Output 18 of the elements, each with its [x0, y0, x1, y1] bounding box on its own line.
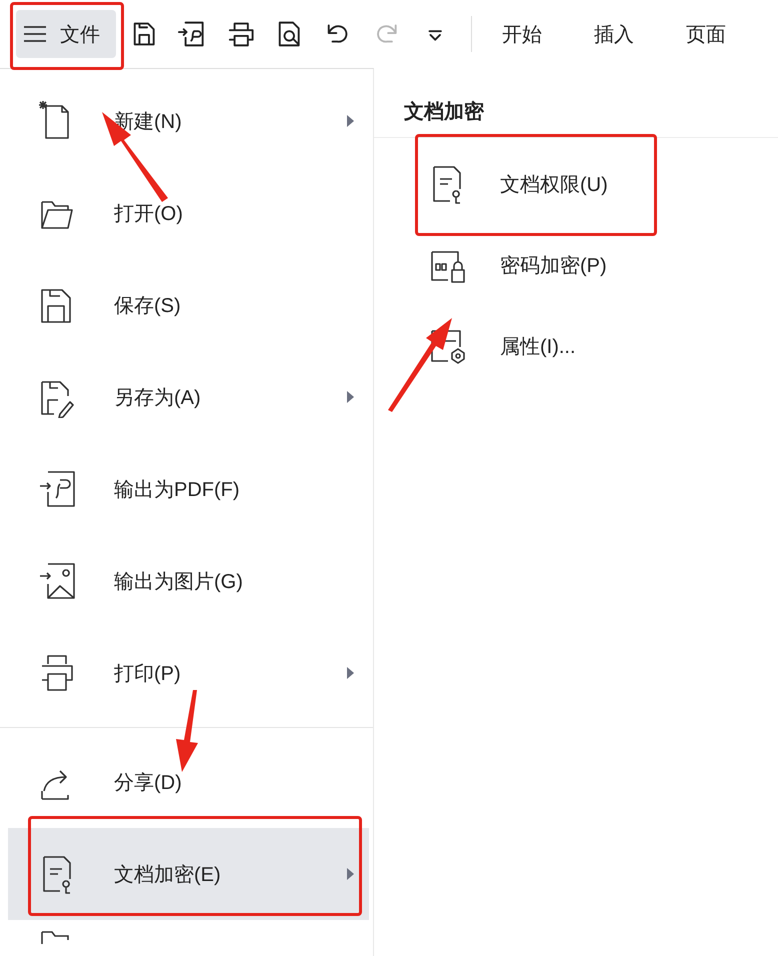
menu-item[interactable]: 输出为PDF(F): [8, 443, 369, 535]
ribbon-tab[interactable]: 页面: [686, 20, 726, 48]
menu-item[interactable]: 打印(P): [8, 627, 369, 719]
menu-item[interactable]: 输出为图片(G): [8, 535, 369, 627]
export-image-icon: [38, 560, 78, 602]
ribbon-tab[interactable]: 开始: [502, 20, 542, 48]
menu-item[interactable]: 文档权限(U): [374, 149, 778, 219]
ribbon-tab[interactable]: 插入: [594, 20, 634, 48]
menu-item[interactable]: 保存(S): [8, 259, 369, 351]
menu-item[interactable]: 打开(O): [8, 167, 369, 259]
menu-item[interactable]: 另存为(A): [8, 351, 369, 443]
menu-item[interactable]: 文档加密(E): [8, 828, 369, 920]
menu-item[interactable]: 密码加密(P): [374, 230, 778, 300]
menu-icon: [22, 24, 48, 44]
export-pdf-icon: [38, 468, 78, 510]
menu-item[interactable]: 分享(D): [8, 736, 369, 828]
file-menu-button[interactable]: 文件: [16, 10, 116, 58]
submenu-title: 文档加密: [374, 98, 778, 138]
